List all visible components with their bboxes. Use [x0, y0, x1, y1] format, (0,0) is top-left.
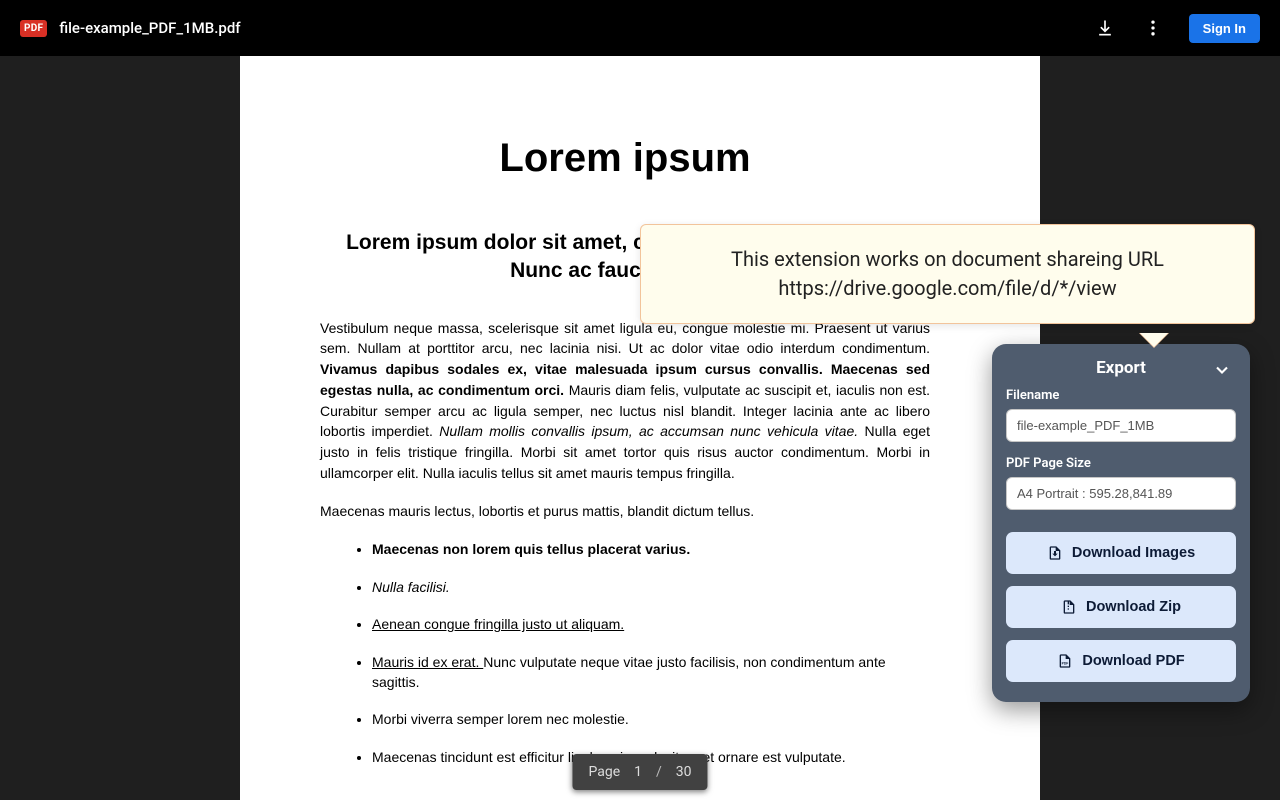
download-zip-button[interactable]: Download Zip	[1006, 586, 1236, 628]
top-bar-right: Sign In	[1093, 14, 1260, 43]
file-pdf-icon: PDF	[1057, 653, 1073, 669]
download-pdf-button[interactable]: PDF Download PDF	[1006, 640, 1236, 682]
tooltip-bubble: This extension works on document sharein…	[640, 224, 1255, 324]
list-item: Nulla facilisi.	[372, 578, 930, 598]
sign-in-button[interactable]: Sign In	[1189, 14, 1260, 43]
text-underline: Mauris id ex erat.	[372, 654, 483, 670]
page-indicator: Page 1 / 30	[572, 754, 707, 790]
download-icon[interactable]	[1093, 16, 1117, 40]
doc-paragraph: Maecenas mauris lectus, lobortis et puru…	[320, 501, 930, 522]
file-zip-icon	[1061, 599, 1077, 615]
more-vert-icon[interactable]	[1141, 16, 1165, 40]
list-item: Aenean congue fringilla justo ut aliquam…	[372, 615, 930, 635]
pdf-badge-icon: PDF	[20, 20, 47, 37]
list-item: Maecenas non lorem quis tellus placerat …	[372, 540, 930, 560]
page-separator: /	[656, 764, 662, 780]
top-bar: PDF file-example_PDF_1MB.pdf Sign In	[0, 0, 1280, 56]
download-images-button[interactable]: Download Images	[1006, 532, 1236, 574]
text-italic: Nullam mollis convallis ipsum, ac accums…	[439, 423, 858, 439]
file-download-icon	[1047, 545, 1063, 561]
file-title: file-example_PDF_1MB.pdf	[59, 19, 240, 37]
doc-list: Maecenas non lorem quis tellus placerat …	[320, 540, 930, 767]
pagesize-label: PDF Page Size	[1006, 456, 1236, 471]
filename-label: Filename	[1006, 388, 1236, 403]
doc-paragraph: Vestibulum neque massa, scelerisque sit …	[320, 318, 930, 484]
filename-input[interactable]	[1006, 409, 1236, 442]
page-current[interactable]: 1	[634, 764, 642, 780]
top-bar-left: PDF file-example_PDF_1MB.pdf	[20, 19, 241, 37]
text-span: Vestibulum neque massa, scelerisque sit …	[320, 320, 930, 357]
button-label: Download Images	[1072, 545, 1195, 561]
list-item: Mauris id ex erat. Nunc vulputate neque …	[372, 653, 930, 692]
page-total: 30	[676, 764, 692, 780]
button-label: Download PDF	[1082, 653, 1184, 669]
export-header: Export	[1006, 358, 1236, 378]
tooltip-line1: This extension works on document sharein…	[667, 245, 1228, 274]
doc-title: Lorem ipsum	[320, 136, 930, 181]
export-title: Export	[1096, 358, 1146, 378]
page-label: Page	[588, 764, 620, 780]
svg-text:PDF: PDF	[1062, 661, 1069, 665]
pdf-page: Lorem ipsum Lorem ipsum dolor sit amet, …	[240, 56, 1040, 800]
button-label: Download Zip	[1086, 599, 1181, 615]
tooltip-line2: https://drive.google.com/file/d/*/view	[667, 274, 1228, 303]
chevron-down-icon[interactable]	[1212, 360, 1232, 385]
tooltip-arrow	[1140, 333, 1168, 347]
export-panel: Export Filename PDF Page Size Download I…	[992, 344, 1250, 702]
pagesize-input[interactable]	[1006, 477, 1236, 510]
list-item: Morbi viverra semper lorem nec molestie.	[372, 710, 930, 730]
